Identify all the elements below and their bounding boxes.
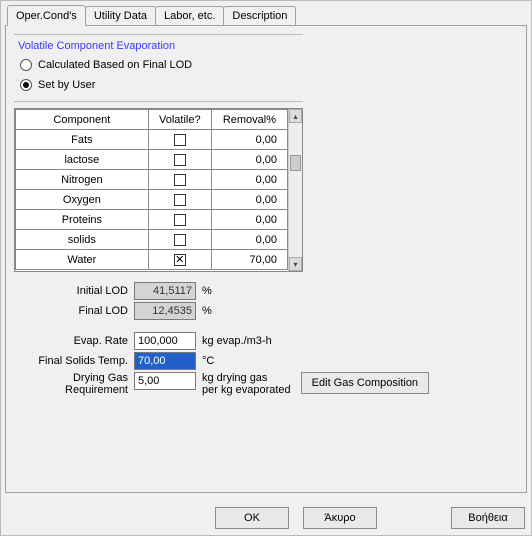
table-header-row: Component Volatile? Removal% [16, 110, 288, 130]
cell-volatile[interactable] [148, 130, 211, 150]
final-solids-label: Final Solids Temp. [14, 355, 134, 367]
cell-component[interactable]: Proteins [16, 210, 149, 230]
table-row[interactable]: Proteins 0,00 [16, 210, 288, 230]
dialog-button-row: OK Άκυρο Βοήθεια [1, 507, 531, 529]
cell-component[interactable]: Oxygen [16, 190, 149, 210]
cell-removal[interactable]: 0,00 [211, 230, 287, 250]
cell-volatile[interactable] [148, 150, 211, 170]
cell-removal[interactable]: 0,00 [211, 170, 287, 190]
tab-labor[interactable]: Labor, etc. [155, 6, 224, 25]
drying-gas-input[interactable] [134, 372, 196, 390]
cell-volatile[interactable] [148, 190, 211, 210]
cell-removal[interactable]: 0,00 [211, 130, 287, 150]
checkbox-icon[interactable]: ✕ [174, 254, 186, 266]
table-row[interactable]: Water ✕ 70,00 [16, 250, 288, 270]
final-solids-unit: °C [196, 355, 214, 367]
tab-utility-data[interactable]: Utility Data [85, 6, 156, 25]
table-row[interactable]: Oxygen 0,00 [16, 190, 288, 210]
col-removal[interactable]: Removal% [211, 110, 287, 130]
initial-lod-unit: % [196, 285, 212, 297]
scroll-thumb[interactable] [290, 155, 301, 171]
table-row[interactable]: Fats 0,00 [16, 130, 288, 150]
cell-component[interactable]: Water [16, 250, 149, 270]
evap-rate-input[interactable] [134, 332, 196, 350]
cell-removal[interactable]: 0,00 [211, 190, 287, 210]
radio-icon-selected [20, 79, 32, 91]
checkbox-icon[interactable] [174, 174, 186, 186]
cell-volatile[interactable] [148, 230, 211, 250]
table-scrollbar[interactable]: ▴ ▾ [288, 109, 302, 271]
checkbox-icon[interactable] [174, 214, 186, 226]
cell-component[interactable]: Nitrogen [16, 170, 149, 190]
dialog-window: Oper.Cond's Utility Data Labor, etc. Des… [0, 0, 532, 536]
scroll-down-icon[interactable]: ▾ [289, 257, 302, 271]
col-component[interactable]: Component [16, 110, 149, 130]
cell-volatile[interactable] [148, 210, 211, 230]
checkbox-icon[interactable] [174, 134, 186, 146]
tab-description[interactable]: Description [223, 6, 296, 25]
radio-set-by-user[interactable]: Set by User [14, 75, 303, 95]
cell-volatile[interactable] [148, 170, 211, 190]
final-lod-value [134, 302, 196, 320]
volatile-group: Volatile Component Evaporation Calculate… [14, 34, 303, 102]
final-lod-unit: % [196, 305, 212, 317]
table-row[interactable]: lactose 0,00 [16, 150, 288, 170]
group-title: Volatile Component Evaporation [14, 37, 303, 55]
cell-removal[interactable]: 0,00 [211, 150, 287, 170]
ok-button[interactable]: OK [215, 507, 289, 529]
checkbox-icon[interactable] [174, 234, 186, 246]
cancel-button[interactable]: Άκυρο [303, 507, 377, 529]
drying-gas-label: Drying Gas Requirement [14, 372, 134, 396]
radio-icon-unselected [20, 59, 32, 71]
checkbox-icon[interactable] [174, 194, 186, 206]
cell-removal[interactable]: 70,00 [211, 250, 287, 270]
help-button[interactable]: Βοήθεια [451, 507, 525, 529]
final-solids-input[interactable] [134, 352, 196, 370]
col-volatile[interactable]: Volatile? [148, 110, 211, 130]
radio-calc-label: Calculated Based on Final LOD [38, 59, 192, 71]
tab-panel-oper: Volatile Component Evaporation Calculate… [5, 25, 527, 493]
table-row[interactable]: Nitrogen 0,00 [16, 170, 288, 190]
evap-rate-label: Evap. Rate [14, 335, 134, 347]
initial-lod-value [134, 282, 196, 300]
cell-volatile[interactable]: ✕ [148, 250, 211, 270]
tab-strip: Oper.Cond's Utility Data Labor, etc. Des… [3, 3, 529, 25]
scroll-up-icon[interactable]: ▴ [289, 109, 302, 123]
cell-component[interactable]: Fats [16, 130, 149, 150]
final-lod-label: Final LOD [14, 305, 134, 317]
cell-removal[interactable]: 0,00 [211, 210, 287, 230]
component-table: Component Volatile? Removal% Fats0,00lac… [14, 108, 303, 272]
edit-gas-composition-button[interactable]: Edit Gas Composition [301, 372, 429, 394]
table-row[interactable]: solids 0,00 [16, 230, 288, 250]
checkbox-icon[interactable] [174, 154, 186, 166]
cell-component[interactable]: lactose [16, 150, 149, 170]
initial-lod-label: Initial LOD [14, 285, 134, 297]
radio-user-label: Set by User [38, 79, 95, 91]
tab-oper-conds[interactable]: Oper.Cond's [7, 5, 86, 26]
drying-gas-unit: kg drying gas per kg evaporated [196, 372, 291, 396]
cell-component[interactable]: solids [16, 230, 149, 250]
evap-rate-unit: kg evap./m3-h [196, 335, 272, 347]
radio-calc-lod[interactable]: Calculated Based on Final LOD [14, 55, 303, 75]
